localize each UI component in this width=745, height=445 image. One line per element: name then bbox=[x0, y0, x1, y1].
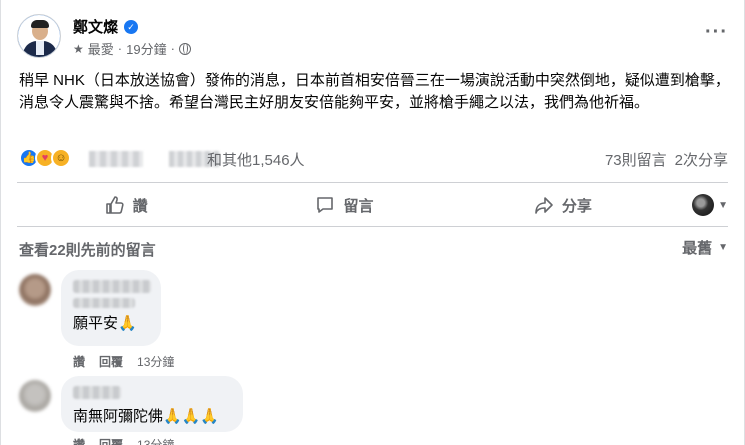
post-header: 鄭文燦 ✓ ★ 最愛 · 19分鐘 · ··· bbox=[17, 14, 728, 58]
care-icon: ☺ bbox=[51, 148, 71, 168]
post-time[interactable]: 19分鐘 bbox=[126, 39, 166, 58]
share-icon bbox=[535, 197, 553, 214]
verified-badge-icon: ✓ bbox=[124, 19, 139, 34]
comment-actions: 讚 回覆 13分鐘 bbox=[73, 436, 174, 445]
pray-emoji: 🙏 bbox=[118, 315, 137, 332]
commenter-name-redacted[interactable] bbox=[73, 280, 151, 293]
action-bar: 讚 留言 分享 ▼ bbox=[17, 186, 728, 224]
comment-time[interactable]: 13分鐘 bbox=[137, 436, 174, 445]
chevron-down-icon: ▼ bbox=[718, 242, 728, 253]
meta-separator: · bbox=[117, 41, 123, 56]
share-label: 分享 bbox=[561, 197, 592, 215]
reactor-name-redacted bbox=[89, 151, 143, 167]
like-button[interactable]: 讚 bbox=[17, 187, 235, 223]
comment-bubble: 願平安🙏 bbox=[61, 270, 161, 346]
more-options-button[interactable]: ··· bbox=[705, 22, 728, 42]
view-previous-comments-link[interactable]: 查看22則先前的留言 bbox=[19, 239, 156, 260]
shares-count[interactable]: 2次分享 bbox=[675, 149, 728, 170]
reactions-summary: 👍 ♥ ☺ 和其他1,546人 73則留言 2次分享 bbox=[19, 148, 728, 170]
divider bbox=[17, 226, 728, 227]
post-meta: ★ 最愛 · 19分鐘 · bbox=[73, 39, 191, 58]
comment-button[interactable]: 留言 bbox=[235, 187, 453, 223]
author-name[interactable]: 鄭文燦 bbox=[73, 16, 118, 37]
comment-like-button[interactable]: 讚 bbox=[73, 436, 85, 445]
comment-icon bbox=[317, 197, 334, 213]
comment-reply-button[interactable]: 回覆 bbox=[99, 353, 123, 370]
thumbs-up-icon bbox=[105, 196, 124, 214]
audience-label: 最愛 bbox=[87, 42, 114, 57]
comment-as-selector[interactable]: ▼ bbox=[672, 194, 728, 216]
comments-count[interactable]: 73則留言 bbox=[605, 149, 667, 170]
sort-label: 最舊 bbox=[682, 240, 713, 257]
reactions-count[interactable]: 和其他1,546人 bbox=[207, 149, 305, 170]
meta-separator: · bbox=[170, 41, 175, 56]
comment-bubble: 南無阿彌陀佛🙏🙏🙏 bbox=[61, 376, 243, 432]
globe-icon bbox=[178, 42, 191, 55]
pray-emoji: 🙏🙏🙏 bbox=[163, 408, 220, 425]
commenter-subtitle-redacted bbox=[73, 298, 135, 308]
comment-text: 願平安🙏 bbox=[73, 315, 137, 332]
comment-text: 南無阿彌陀佛🙏🙏🙏 bbox=[73, 408, 220, 425]
comment-like-button[interactable]: 讚 bbox=[73, 353, 85, 370]
comment-reply-button[interactable]: 回覆 bbox=[99, 436, 123, 445]
comment-time[interactable]: 13分鐘 bbox=[137, 353, 174, 370]
post-text: 稍早 NHK（日本放送協會）發佈的消息，日本前首相安倍晉三在一場演說活動中突然倒… bbox=[19, 72, 730, 111]
favorite-star-icon: ★ bbox=[73, 41, 84, 56]
like-label: 讚 bbox=[132, 197, 148, 215]
commenter-name-redacted[interactable] bbox=[73, 386, 121, 399]
comment-sort-dropdown[interactable]: 最舊 ▼ bbox=[682, 237, 728, 258]
reaction-icons[interactable]: 👍 ♥ ☺ bbox=[19, 148, 71, 168]
comment-label: 留言 bbox=[343, 197, 374, 215]
commenter-avatar[interactable] bbox=[19, 380, 51, 412]
author-avatar[interactable] bbox=[17, 14, 61, 58]
commenter-avatar[interactable] bbox=[19, 274, 51, 306]
comment-actions: 讚 回覆 13分鐘 bbox=[73, 353, 174, 370]
post-card: 鄭文燦 ✓ ★ 最愛 · 19分鐘 · ··· 稍早 NHK（日本放送協會）發佈… bbox=[0, 0, 745, 445]
chevron-down-icon: ▼ bbox=[718, 199, 728, 211]
divider bbox=[17, 182, 728, 183]
share-button[interactable]: 分享 bbox=[454, 187, 672, 223]
profile-avatar bbox=[692, 194, 715, 216]
